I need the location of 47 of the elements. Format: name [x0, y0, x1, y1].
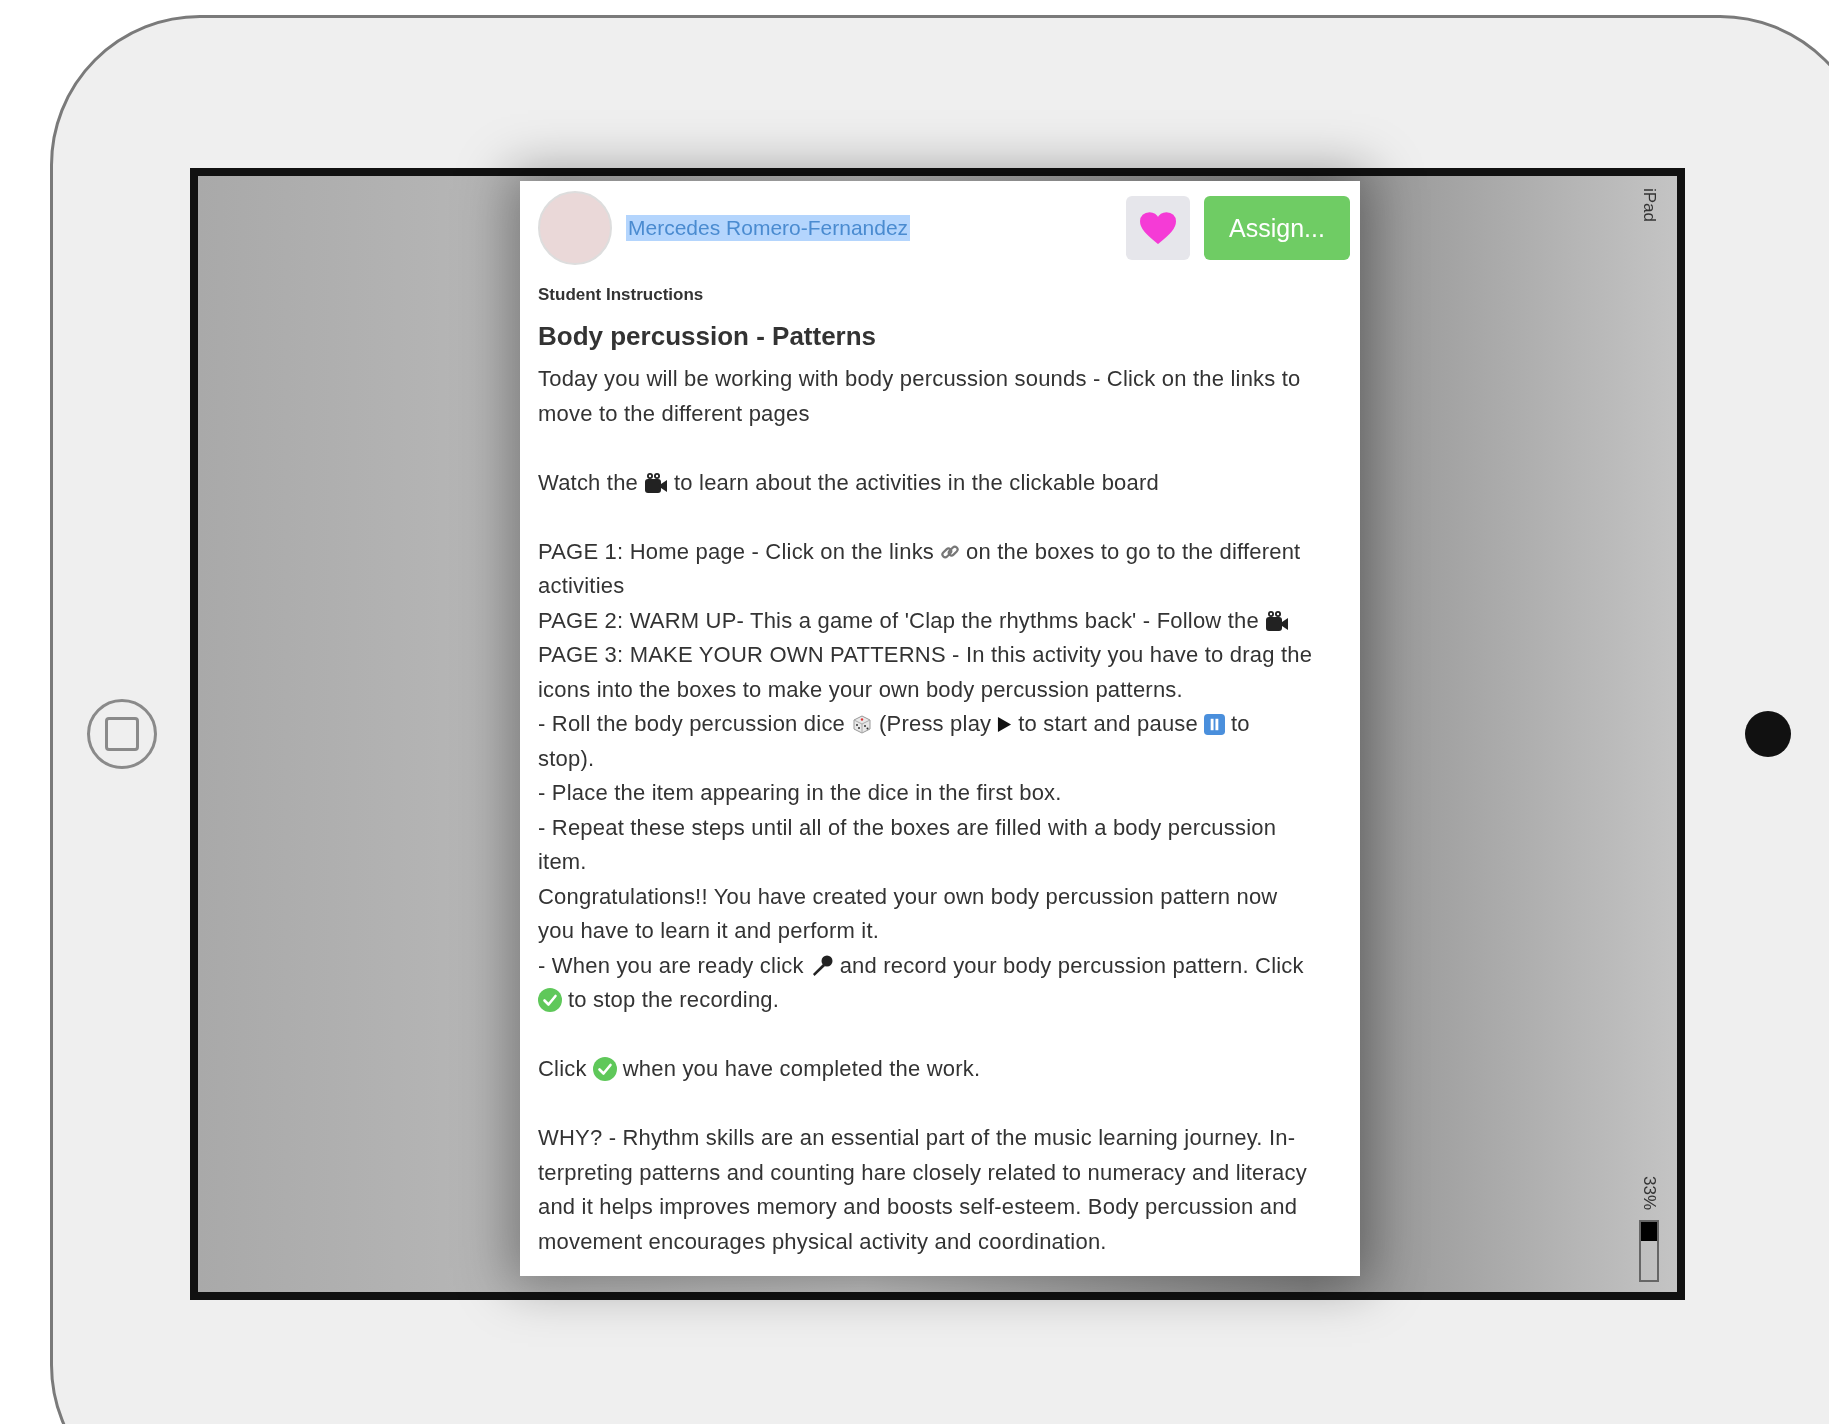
instruction-text: terpreting patterns and counting hare closely related to numeracy and literacy [538, 1158, 1307, 1187]
instruction-text: movement encourages physical activity and coordination. [538, 1227, 1107, 1256]
instruction-text: - Repeat these steps until all of the boxes are filled with a body percussion [538, 813, 1277, 842]
heart-icon [1140, 212, 1176, 244]
instruction-text: - Place the item appearing in the dice in the first box. [538, 779, 1062, 807]
instruction-text: PAGE 1: Home page - Click on the links [538, 537, 935, 566]
dice-icon [851, 713, 874, 736]
instruction-text: - Roll the body percussion dice [538, 710, 846, 738]
battery-indicator [1639, 1220, 1659, 1282]
home-button[interactable] [86, 699, 157, 769]
battery-reading: 33% [1639, 1175, 1659, 1210]
instruction-text: Watch the [538, 468, 639, 497]
assign-button[interactable]: Assign... [1204, 196, 1350, 260]
movie-camera-icon [1264, 609, 1289, 632]
section-label: Student Instructions [538, 285, 705, 305]
instruction-text: Congratulations!! You have created your own body percussion pattern now [538, 882, 1278, 911]
camera-dot [1745, 711, 1791, 757]
instruction-text: when you have completed the work. [622, 1055, 981, 1083]
movie-camera-icon [644, 471, 669, 494]
instruction-text: on the boxes to go to the different [966, 537, 1301, 566]
check-icon [592, 1057, 617, 1082]
play-icon [997, 715, 1013, 733]
instruction-text: and record your body percussion pattern. Click [839, 951, 1304, 980]
instruction-text: icons into the boxes to make your own body percussion patterns. [538, 675, 1183, 704]
instruction-text: (Press play [879, 710, 992, 738]
instruction-text: to [1231, 710, 1250, 738]
instructions-title: Body percussion - Patterns [538, 321, 878, 352]
instruction-text: to start and pause [1018, 710, 1198, 738]
instruction-text: move to the different pages [538, 399, 810, 428]
instruction-text: stop). [538, 744, 595, 773]
instruction-text: activities [538, 572, 625, 600]
instruction-text: you have to learn it and perform it. [538, 917, 880, 945]
check-icon [538, 988, 562, 1013]
instruction-text: item. [538, 848, 587, 876]
instruction-text: Today you will be working with body percussion sounds - Click on the links to [538, 365, 1301, 393]
instruction-text: to learn about the activities in the clickable board [674, 468, 1159, 497]
instruction-text: - When you are ready click [538, 951, 804, 980]
instruction-text: PAGE 3: MAKE YOUR OWN PATTERNS - In this activity you have to drag the [538, 641, 1313, 669]
instruction-text: PAGE 2: WARM UP- This a game of 'Clap the rhythms back' - Follow the [538, 606, 1259, 635]
instruction-text: and it helps improves memory and boosts self-esteem. Body percussion and [538, 1193, 1298, 1221]
author-name[interactable]: Mercedes Romero-Fernandez [626, 215, 911, 241]
instruction-text: Click [538, 1055, 587, 1083]
like-button[interactable] [1126, 196, 1190, 260]
pause-icon [1204, 713, 1225, 735]
device-label: iPad [1639, 188, 1659, 223]
instruction-text: WHY? - Rhythm skills are an essential part of the music learning journey. In- [538, 1124, 1296, 1152]
instruction-text: to stop the recording. [568, 986, 780, 1014]
